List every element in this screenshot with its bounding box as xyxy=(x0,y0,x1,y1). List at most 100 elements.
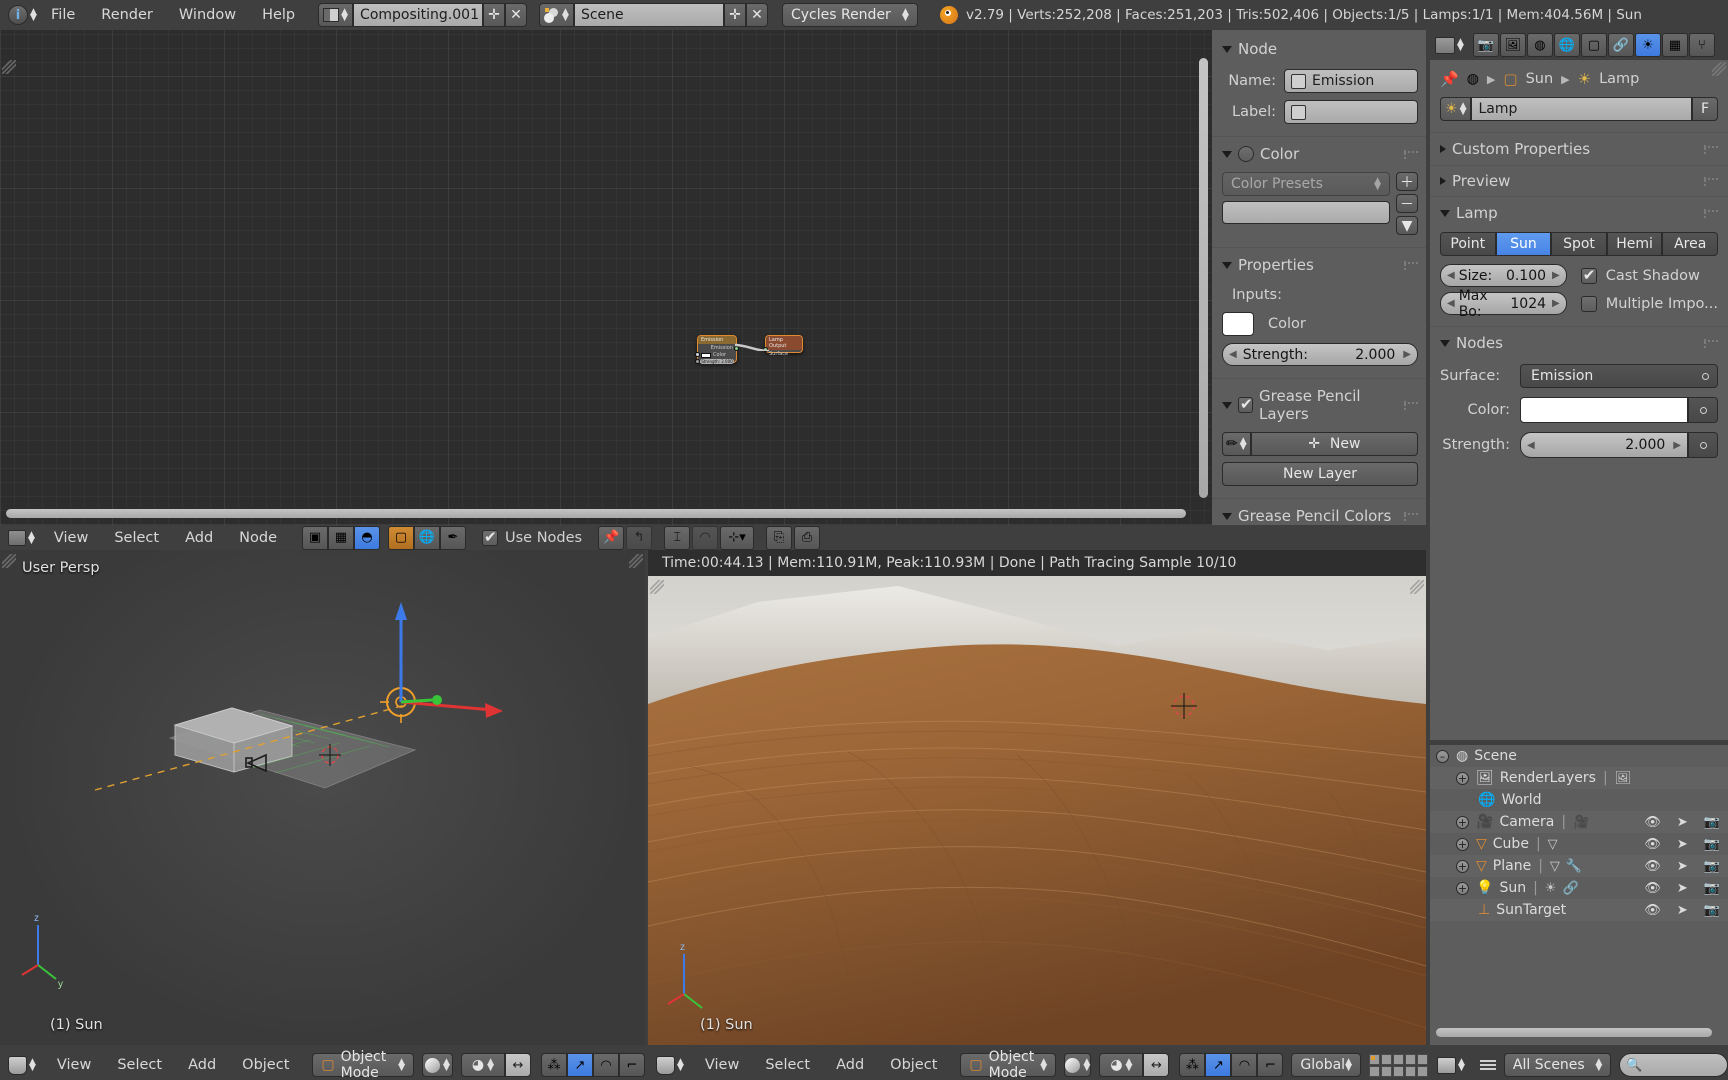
outliner-item-label[interactable]: Plane xyxy=(1493,858,1531,874)
outliner-item-label[interactable]: RenderLayers xyxy=(1500,770,1596,786)
lamp-size-field[interactable]: ◀ Size: 0.100 ▶ xyxy=(1440,264,1567,287)
outliner-row[interactable]: + ▽ Cube | ▽ 👁 ➤ 📷 xyxy=(1430,833,1728,855)
cursor-arrow-icon[interactable]: ➤ xyxy=(1677,837,1688,852)
rotate-manipulator-icon[interactable]: ◠ xyxy=(593,1053,619,1077)
outliner-hscrollbar[interactable] xyxy=(1436,1028,1712,1037)
node-emission-strength[interactable]: Strength: 2.000 xyxy=(700,359,734,364)
node-lamp-output[interactable]: Lamp Output Surface xyxy=(763,335,803,357)
editor-type-selector-node[interactable]: ▲ ▼ xyxy=(0,529,41,546)
screen-layout-selector[interactable]: ▲ ▼ Compositing.001 ✛ ✕ xyxy=(318,3,528,27)
shader-context-toggle-group[interactable]: ▢ 🌐 ✒ xyxy=(388,525,466,550)
vp2-layers-widget[interactable] xyxy=(1369,1053,1428,1077)
lamp-datablock-browse[interactable]: ☀ ▲ ▼ xyxy=(1440,97,1472,121)
grease-pencil-layers-checkbox[interactable] xyxy=(1238,395,1254,413)
linestyle-shader-icon[interactable]: ✒ xyxy=(440,525,466,550)
vp1-menu-add[interactable]: Add xyxy=(175,1057,229,1073)
camera-data-icon[interactable]: 🎥 xyxy=(1573,815,1589,830)
arrow-right-icon[interactable]: ▶ xyxy=(1552,270,1560,281)
mesh-data-icon[interactable]: ▽ xyxy=(1548,837,1558,852)
panel-grip-icon[interactable] xyxy=(1404,400,1418,410)
arrow-right-icon[interactable]: ▶ xyxy=(1403,349,1411,360)
preset-menu-button[interactable]: ▼ xyxy=(1396,216,1418,235)
outliner-row[interactable]: – ◍ Scene xyxy=(1430,745,1728,767)
outliner-row[interactable]: + 🖼 RenderLayers | 🖼 xyxy=(1430,767,1728,789)
editor-type-selector-outliner[interactable]: ▲ ▼ xyxy=(1430,1056,1472,1074)
snap-node-icon[interactable]: ⌶ xyxy=(664,525,691,550)
arrow-left-icon[interactable]: ◀ xyxy=(1229,349,1237,360)
lamp-type-sun[interactable]: Sun xyxy=(1495,232,1552,256)
menu-help[interactable]: Help xyxy=(249,7,308,23)
paste-nodes-icon[interactable]: ⎙ xyxy=(794,525,821,550)
outliner-display-mode-dropdown[interactable]: All Scenes ▲ ▼ xyxy=(1503,1053,1612,1077)
viewport-left[interactable]: User Persp z y (1) Sun xyxy=(0,550,645,1045)
render-tab-icon[interactable]: 📷 xyxy=(1472,33,1499,57)
arrow-left-icon[interactable]: ◀ xyxy=(1447,298,1455,309)
grease-pencil-new-button[interactable]: ✛ New xyxy=(1250,432,1418,456)
breadcrumb-object-label[interactable]: Sun xyxy=(1526,71,1554,87)
lamp-type-toggle-group[interactable]: Point Sun Spot Hemi Area xyxy=(1440,232,1718,256)
manipulator-toggle-icon[interactable]: ⁂ xyxy=(541,1053,567,1077)
outliner-item-label[interactable]: SunTarget xyxy=(1496,902,1566,918)
vp2-interaction-mode-dropdown[interactable]: ▢ Object Mode ▲ ▼ xyxy=(960,1049,1057,1080)
scene-tab-icon[interactable]: ◍ xyxy=(1526,33,1553,57)
vp2-menu-view[interactable]: View xyxy=(692,1057,752,1073)
arrow-right-icon[interactable]: ▶ xyxy=(1552,298,1560,309)
outliner-expand-toggle[interactable]: + xyxy=(1456,815,1469,829)
viewport-right[interactable]: Time:00:44.13 | Mem:110.91M, Peak:110.93… xyxy=(648,550,1426,1045)
editor-type-selector-properties[interactable]: ▲ ▼ xyxy=(1435,36,1464,54)
new-layer-button[interactable]: New Layer xyxy=(1222,462,1418,486)
panel-grip-icon[interactable] xyxy=(1704,338,1718,348)
world-tab-icon[interactable]: 🌐 xyxy=(1553,33,1580,57)
add-scene-button[interactable]: ✛ xyxy=(723,3,746,27)
outliner-row[interactable]: + ▽ Plane | ▽ 🔧 👁 ➤ 📷 xyxy=(1430,855,1728,877)
panel-properties-header[interactable]: Properties xyxy=(1222,256,1404,274)
texture-tree-icon[interactable]: ▦ xyxy=(328,525,354,550)
eye-icon[interactable]: 👁 xyxy=(1644,903,1661,918)
panel-nodes-header[interactable]: Nodes xyxy=(1440,334,1704,352)
use-nodes-toggle[interactable]: Use Nodes xyxy=(482,528,582,546)
breadcrumb-lamp-label[interactable]: Lamp xyxy=(1599,71,1639,87)
vp1-manipulate-center-points-icon[interactable]: ↔ xyxy=(505,1053,531,1077)
render-camera-icon[interactable]: 📷 xyxy=(1704,815,1720,830)
delete-scene-button[interactable]: ✕ xyxy=(745,3,768,27)
use-nodes-checkbox[interactable] xyxy=(482,528,498,546)
panel-grip-icon[interactable] xyxy=(1404,260,1418,270)
scale-manipulator-icon[interactable]: ⌐ xyxy=(1257,1053,1284,1077)
particles-tab-icon[interactable]: ⑂ xyxy=(1688,33,1715,57)
node-name-input[interactable]: Emission xyxy=(1284,69,1418,93)
node-editor-canvas[interactable] xyxy=(0,30,1212,525)
vp2-manipulator-group[interactable]: ⁂ ↗ ◠ ⌐ xyxy=(1179,1053,1284,1077)
eye-icon[interactable]: 👁 xyxy=(1644,815,1661,830)
snap-element-icon[interactable]: ⊹▾ xyxy=(720,525,755,550)
vp2-viewport-shading-dropdown[interactable]: ▲ ▼ xyxy=(1064,1053,1092,1077)
outliner-item-label[interactable]: Cube xyxy=(1493,836,1529,852)
cursor-arrow-icon[interactable]: ➤ xyxy=(1677,881,1688,896)
grease-pencil-datablock-selector[interactable]: ✏ ▲ ▼ xyxy=(1222,432,1251,456)
outliner-filter-menu-icon[interactable] xyxy=(1472,1060,1504,1070)
panel-grip-icon[interactable] xyxy=(1704,176,1718,186)
vp1-menu-view[interactable]: View xyxy=(44,1057,104,1073)
menu-render[interactable]: Render xyxy=(88,7,166,23)
renderlayers-data-icon[interactable]: 🖼 xyxy=(1615,771,1632,786)
animate-color-button[interactable] xyxy=(1688,397,1718,423)
editor-type-selector-vp2[interactable]: ▲ ▼ xyxy=(648,1055,692,1075)
area-corner-handle[interactable] xyxy=(2,60,16,74)
arrow-right-icon[interactable]: ▶ xyxy=(1673,440,1681,451)
color-preset-name-field[interactable] xyxy=(1222,201,1390,224)
lamp-datablock-name[interactable]: Lamp xyxy=(1471,97,1692,121)
render-camera-icon[interactable]: 📷 xyxy=(1704,903,1720,918)
modifier-icon[interactable]: 🔧 xyxy=(1566,859,1582,874)
lamp-type-spot[interactable]: Spot xyxy=(1551,232,1607,256)
vp1-menu-select[interactable]: Select xyxy=(104,1057,175,1073)
lamp-type-area[interactable]: Area xyxy=(1662,232,1718,256)
outliner-search-input[interactable]: 🔍 xyxy=(1619,1053,1728,1077)
translate-manipulator-icon[interactable]: ↗ xyxy=(1205,1053,1232,1077)
shader-tree-icon[interactable]: ◓ xyxy=(354,525,380,550)
animate-strength-button[interactable] xyxy=(1688,432,1718,458)
link-icon[interactable]: 🔗 xyxy=(1562,881,1578,896)
nodes-color-swatch[interactable] xyxy=(1520,397,1688,423)
surface-shader-dropdown[interactable]: Emission xyxy=(1520,364,1718,388)
pin-icon[interactable]: 📌 xyxy=(598,525,625,550)
panel-grip-icon[interactable] xyxy=(1404,149,1418,159)
area-corner-handle[interactable] xyxy=(1410,580,1424,594)
